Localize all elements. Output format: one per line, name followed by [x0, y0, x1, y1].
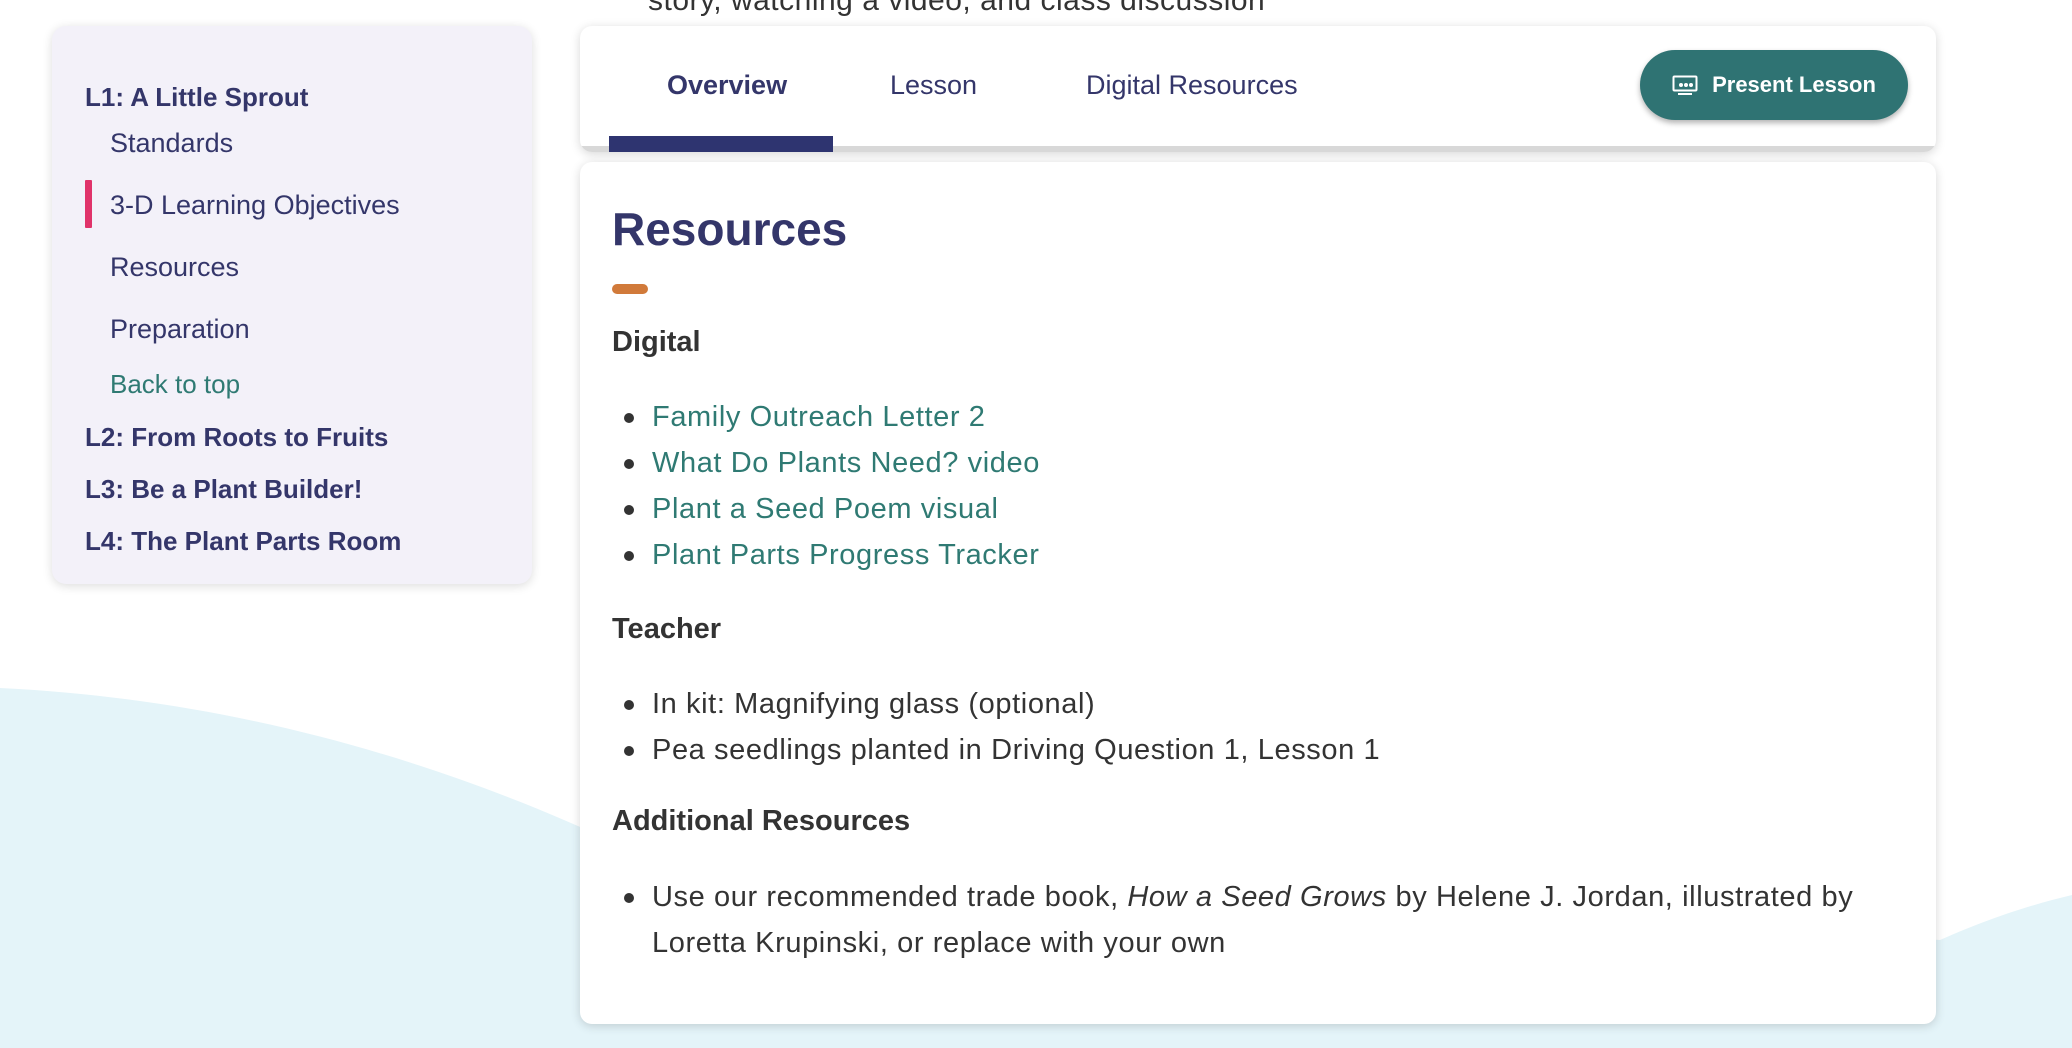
tab-overview[interactable]: Overview: [667, 70, 787, 101]
list-item: In kit: Magnifying glass (optional): [616, 681, 1380, 727]
tab-digital-resources[interactable]: Digital Resources: [1086, 70, 1298, 101]
teacher-resources-list: In kit: Magnifying glass (optional) Pea …: [616, 681, 1380, 773]
sidebar-item-standards[interactable]: Standards: [110, 128, 233, 159]
list-item: Use our recommended trade book, How a Se…: [616, 874, 1896, 966]
progress-tracker-link[interactable]: Plant Parts Progress Tracker: [616, 532, 1040, 578]
sidebar-item-resources[interactable]: Resources: [110, 252, 239, 283]
tabs-bar: Overview Lesson Digital Resources Presen…: [580, 26, 1936, 152]
sidebar-current-lesson[interactable]: L1: A Little Sprout: [85, 82, 308, 113]
presentation-icon: [1672, 75, 1698, 95]
previous-section-text: story, watching a video, and class discu…: [648, 0, 1266, 17]
sidebar-item-learning-objectives[interactable]: 3-D Learning Objectives: [85, 180, 400, 228]
lesson-sidebar: L1: A Little Sprout Standards 3-D Learni…: [52, 26, 532, 584]
present-lesson-button[interactable]: Present Lesson: [1640, 50, 1908, 120]
resources-panel: Resources Digital Family Outreach Letter…: [580, 162, 1936, 1024]
seed-poem-visual-link[interactable]: Plant a Seed Poem visual: [616, 486, 1040, 532]
plants-need-video-link[interactable]: What Do Plants Need? video: [616, 440, 1040, 486]
back-to-top-link[interactable]: Back to top: [110, 369, 240, 400]
sidebar-lesson-3[interactable]: L3: Be a Plant Builder!: [85, 474, 362, 505]
additional-resources-heading: Additional Resources: [612, 805, 911, 837]
sidebar-item-preparation[interactable]: Preparation: [110, 314, 250, 345]
tab-lesson[interactable]: Lesson: [890, 70, 977, 101]
page-title: Resources: [612, 203, 848, 255]
present-lesson-label: Present Lesson: [1712, 72, 1876, 97]
sidebar-lesson-4[interactable]: L4: The Plant Parts Room: [85, 526, 401, 557]
digital-resources-list: Family Outreach Letter 2 What Do Plants …: [616, 394, 1040, 578]
list-item: Pea seedlings planted in Driving Questio…: [616, 727, 1380, 773]
trade-book-title: How a Seed Grows: [1127, 881, 1387, 913]
title-accent-dash: [612, 284, 648, 294]
additional-resources-list: Use our recommended trade book, How a Se…: [616, 874, 1896, 966]
family-outreach-letter-link[interactable]: Family Outreach Letter 2: [616, 394, 1040, 440]
sidebar-lesson-2[interactable]: L2: From Roots to Fruits: [85, 422, 388, 453]
trade-book-prefix: Use our recommended trade book,: [652, 881, 1128, 913]
digital-heading: Digital: [612, 326, 701, 358]
teacher-heading: Teacher: [612, 613, 722, 645]
active-tab-indicator: [609, 136, 833, 152]
